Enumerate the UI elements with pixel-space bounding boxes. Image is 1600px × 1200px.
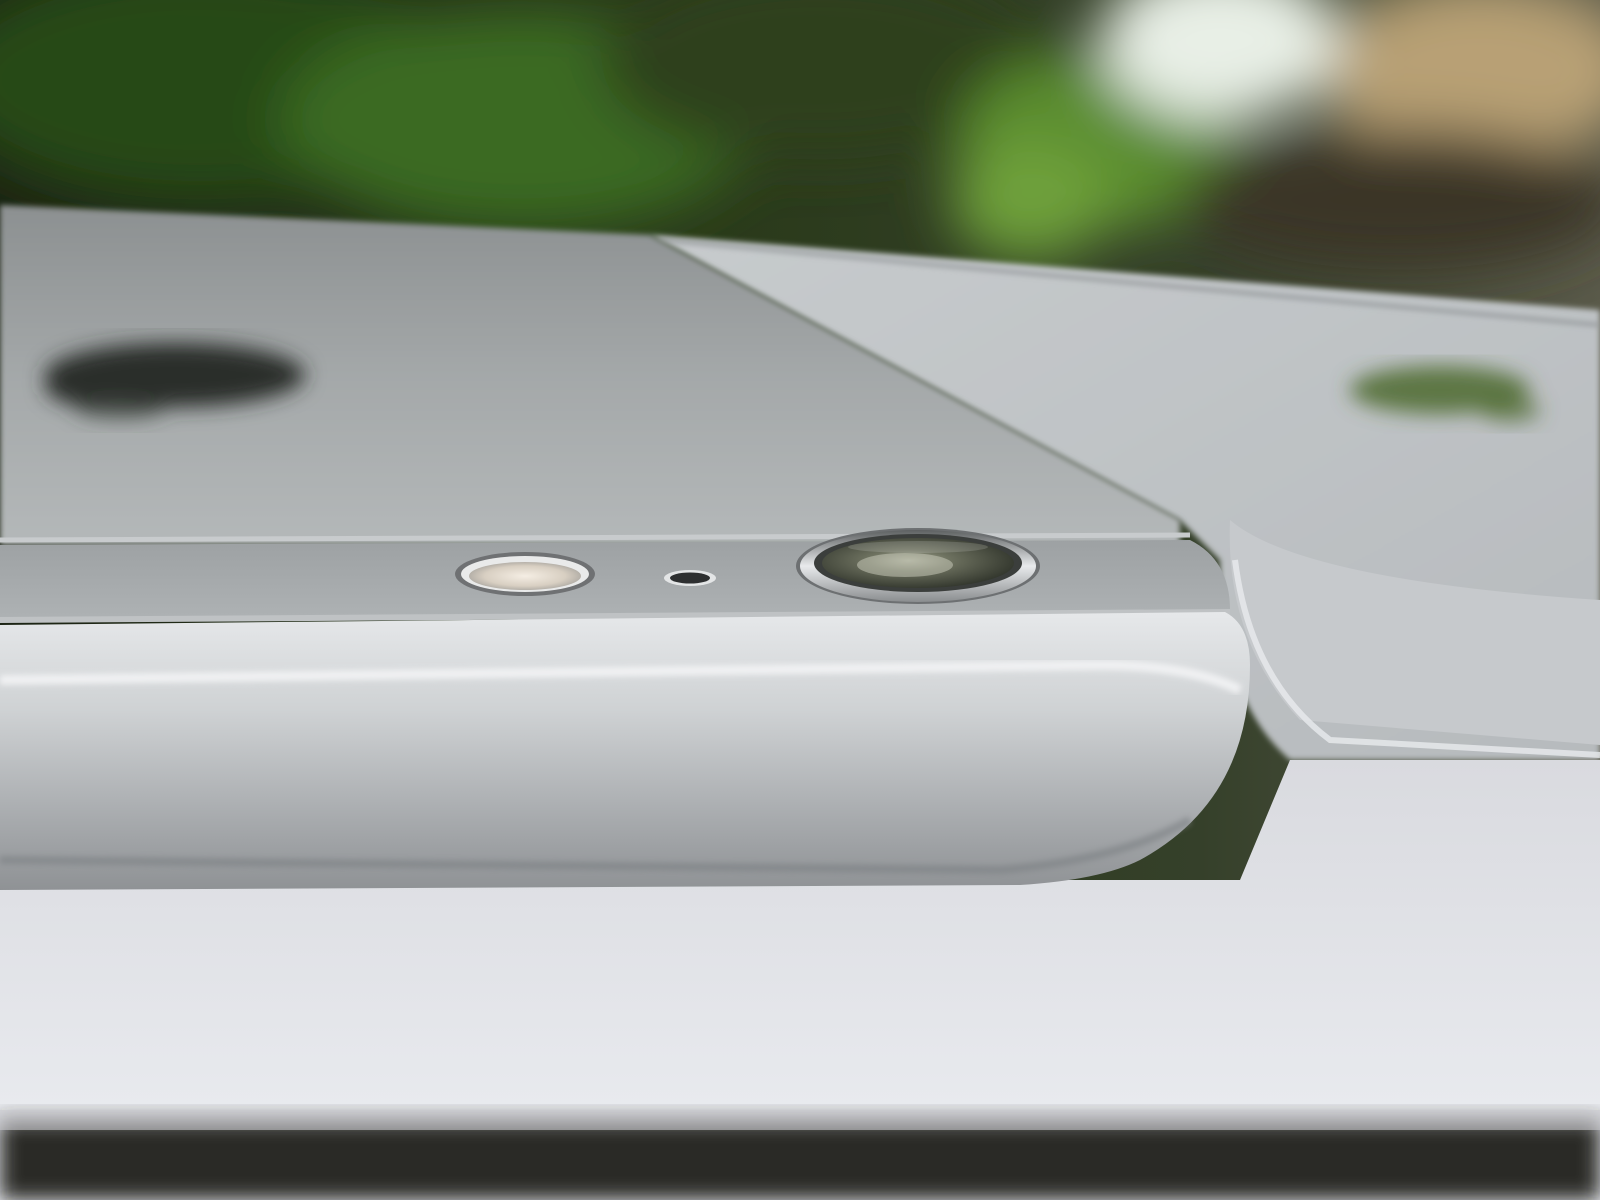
photo-canvas xyxy=(0,0,1600,1200)
camera-lens-icon xyxy=(796,528,1040,604)
photo-scene xyxy=(0,0,1600,1200)
flash-icon xyxy=(455,552,595,596)
microphone-hole-icon xyxy=(664,570,716,586)
table-shadow xyxy=(0,1120,1600,1200)
